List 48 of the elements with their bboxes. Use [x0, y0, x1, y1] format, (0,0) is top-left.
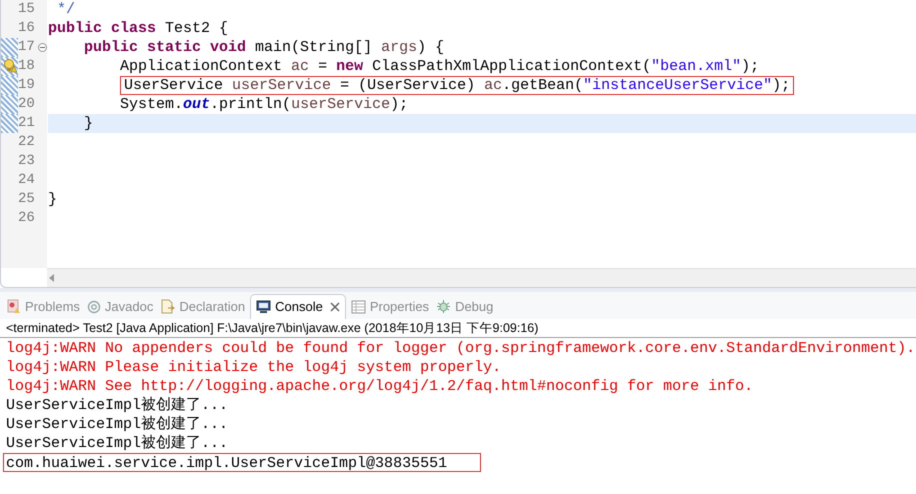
code-line: ApplicationContext ac = new ClassPathXmlApplicationContext("bean.xml");	[120, 57, 760, 76]
horizontal-scrollbar[interactable]	[47, 268, 916, 287]
line-number: 23	[18, 152, 36, 171]
line-number: 24	[18, 171, 36, 190]
console-line: UserServiceImpl被创建了...	[6, 396, 228, 415]
console-line: log4j:WARN Please initialize the log4j system properly.	[6, 358, 502, 377]
line-number: 20	[18, 95, 36, 114]
code-editor[interactable]	[0, 0, 916, 288]
line-number: 22	[18, 133, 36, 152]
line-number: 16	[18, 19, 36, 38]
line-number: 21	[18, 114, 36, 133]
console-status: <terminated> Test2 [Java Application] F:\Java\jre7\bin\javaw.exe (2018年10月13日 下午9:09:16)	[0, 319, 916, 338]
table-icon	[350, 300, 366, 314]
code-line: public class Test2 {	[48, 19, 228, 38]
close-icon[interactable]	[330, 302, 340, 312]
console-line: UserServiceImpl被创建了...	[6, 434, 228, 453]
change-bar	[1, 95, 18, 114]
line-number: 15	[18, 0, 36, 19]
console-line: UserServiceImpl被创建了...	[6, 415, 228, 434]
console-line: log4j:WARN See http://logging.apache.org/log4j/1.2/faq.html#noconfig for more info.	[6, 377, 754, 396]
line-number: 19	[18, 76, 36, 95]
monitor-icon	[256, 300, 272, 314]
line-number: 25	[18, 190, 36, 209]
scroll-left-icon[interactable]	[49, 274, 55, 282]
code-line: public static void main(String[] args) {	[84, 38, 444, 57]
view-tab[interactable]: Declaration	[158, 294, 248, 319]
view-tab[interactable]: Properties	[348, 294, 432, 319]
bug-icon	[436, 299, 452, 314]
code-line: }	[84, 114, 94, 133]
problems-icon	[7, 299, 21, 314]
lightbulb-warning-icon[interactable]	[3, 59, 17, 73]
line-number: 17	[18, 38, 36, 57]
change-bar	[1, 114, 18, 133]
at-sign-icon	[86, 300, 101, 314]
console-line: log4j:WARN No appenders could be found for logger (org.springframework.core.env.StandardEnvironment).	[6, 339, 916, 358]
line-number: 18	[18, 57, 36, 76]
document-icon	[160, 298, 176, 314]
code-line: System.out.println(userService);	[120, 95, 408, 114]
change-bar	[1, 38, 18, 57]
view-tab[interactable]: Debug	[434, 294, 496, 319]
view-tab[interactable]: Problems	[5, 294, 82, 319]
code-line: */	[57, 0, 76, 19]
collapse-icon[interactable]	[38, 43, 46, 52]
view-tab[interactable]: Console	[250, 294, 346, 319]
code-line: }	[48, 190, 58, 209]
line-number: 26	[18, 209, 36, 228]
change-bar	[1, 76, 18, 95]
view-tab[interactable]: Javadoc	[84, 294, 156, 319]
